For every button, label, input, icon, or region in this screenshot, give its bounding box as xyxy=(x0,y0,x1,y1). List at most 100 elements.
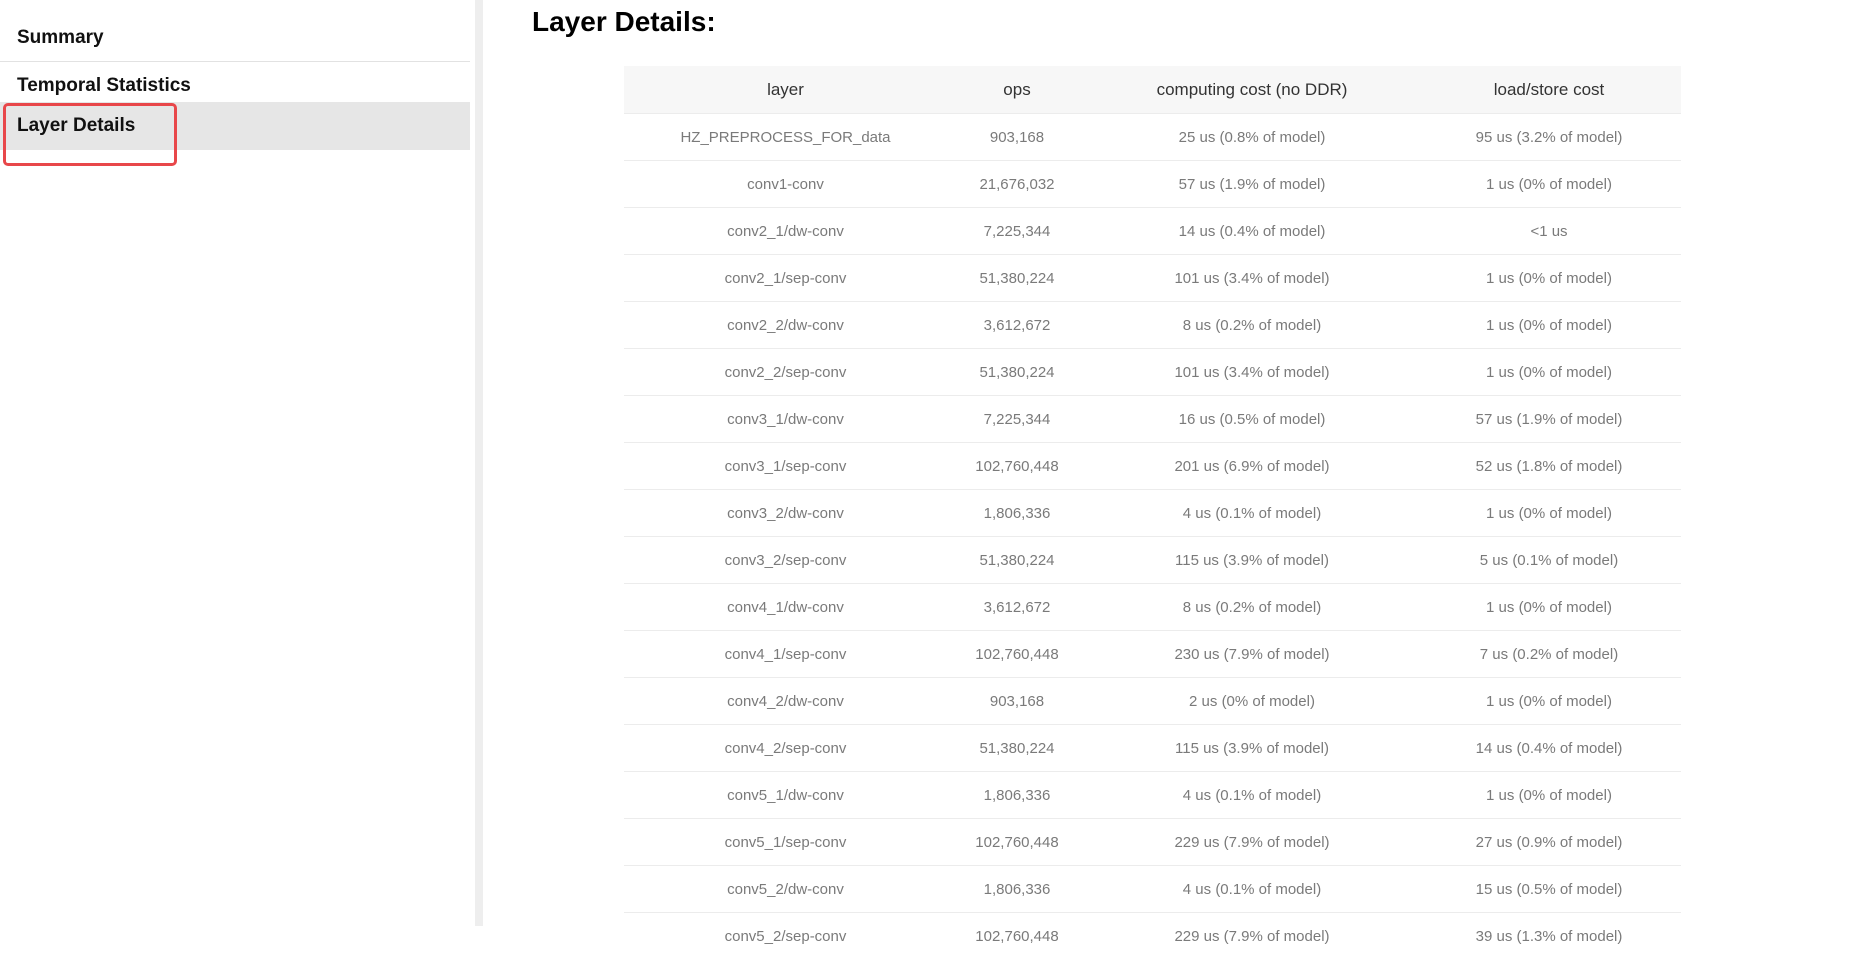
cell-computing-cost: 229 us (7.9% of model) xyxy=(1087,913,1417,959)
cell-computing-cost: 101 us (3.4% of model) xyxy=(1087,255,1417,302)
cell-load-store-cost: 39 us (1.3% of model) xyxy=(1417,913,1681,959)
cell-layer: conv5_2/dw-conv xyxy=(624,866,947,913)
cell-computing-cost: 4 us (0.1% of model) xyxy=(1087,490,1417,537)
sidebar-item-summary[interactable]: Summary xyxy=(0,14,470,62)
layer-details-table: layer ops computing cost (no DDR) load/s… xyxy=(624,66,1681,959)
cell-layer: conv4_1/sep-conv xyxy=(624,631,947,678)
table-row: conv2_1/sep-conv51,380,224101 us (3.4% o… xyxy=(624,255,1681,302)
cell-computing-cost: 16 us (0.5% of model) xyxy=(1087,396,1417,443)
cell-layer: conv2_1/sep-conv xyxy=(624,255,947,302)
cell-ops: 51,380,224 xyxy=(947,255,1087,302)
cell-computing-cost: 2 us (0% of model) xyxy=(1087,678,1417,725)
cell-load-store-cost: 1 us (0% of model) xyxy=(1417,490,1681,537)
cell-ops: 7,225,344 xyxy=(947,208,1087,255)
table-row: conv3_1/dw-conv7,225,34416 us (0.5% of m… xyxy=(624,396,1681,443)
table-row: conv3_2/dw-conv1,806,3364 us (0.1% of mo… xyxy=(624,490,1681,537)
cell-ops: 3,612,672 xyxy=(947,302,1087,349)
cell-ops: 51,380,224 xyxy=(947,725,1087,772)
cell-load-store-cost: 27 us (0.9% of model) xyxy=(1417,819,1681,866)
cell-layer: conv4_2/sep-conv xyxy=(624,725,947,772)
cell-layer: conv2_1/dw-conv xyxy=(624,208,947,255)
cell-computing-cost: 57 us (1.9% of model) xyxy=(1087,161,1417,208)
cell-ops: 7,225,344 xyxy=(947,396,1087,443)
table-row: conv4_1/sep-conv102,760,448230 us (7.9% … xyxy=(624,631,1681,678)
column-header-load-store-cost: load/store cost xyxy=(1417,66,1681,114)
cell-layer: conv5_2/sep-conv xyxy=(624,913,947,959)
cell-layer: conv3_2/sep-conv xyxy=(624,537,947,584)
cell-load-store-cost: 5 us (0.1% of model) xyxy=(1417,537,1681,584)
table-row: HZ_PREPROCESS_FOR_data903,16825 us (0.8%… xyxy=(624,114,1681,161)
table-row: conv4_1/dw-conv3,612,6728 us (0.2% of mo… xyxy=(624,584,1681,631)
cell-load-store-cost: 1 us (0% of model) xyxy=(1417,161,1681,208)
table-row: conv1-conv21,676,03257 us (1.9% of model… xyxy=(624,161,1681,208)
cell-computing-cost: 4 us (0.1% of model) xyxy=(1087,866,1417,913)
cell-layer: conv2_2/sep-conv xyxy=(624,349,947,396)
cell-computing-cost: 115 us (3.9% of model) xyxy=(1087,537,1417,584)
cell-ops: 3,612,672 xyxy=(947,584,1087,631)
table-row: conv5_1/sep-conv102,760,448229 us (7.9% … xyxy=(624,819,1681,866)
table-row: conv5_2/dw-conv1,806,3364 us (0.1% of mo… xyxy=(624,866,1681,913)
cell-ops: 102,760,448 xyxy=(947,913,1087,959)
cell-ops: 102,760,448 xyxy=(947,631,1087,678)
table-row: conv4_2/sep-conv51,380,224115 us (3.9% o… xyxy=(624,725,1681,772)
cell-load-store-cost: 1 us (0% of model) xyxy=(1417,678,1681,725)
cell-layer: conv4_2/dw-conv xyxy=(624,678,947,725)
table-row: conv2_2/dw-conv3,612,6728 us (0.2% of mo… xyxy=(624,302,1681,349)
cell-computing-cost: 14 us (0.4% of model) xyxy=(1087,208,1417,255)
cell-load-store-cost: 1 us (0% of model) xyxy=(1417,255,1681,302)
column-header-ops: ops xyxy=(947,66,1087,114)
cell-computing-cost: 230 us (7.9% of model) xyxy=(1087,631,1417,678)
cell-layer: conv2_2/dw-conv xyxy=(624,302,947,349)
cell-computing-cost: 4 us (0.1% of model) xyxy=(1087,772,1417,819)
cell-computing-cost: 25 us (0.8% of model) xyxy=(1087,114,1417,161)
cell-computing-cost: 115 us (3.9% of model) xyxy=(1087,725,1417,772)
cell-ops: 903,168 xyxy=(947,114,1087,161)
cell-computing-cost: 201 us (6.9% of model) xyxy=(1087,443,1417,490)
table-row: conv3_1/sep-conv102,760,448201 us (6.9% … xyxy=(624,443,1681,490)
main-content: Layer Details: layer ops computing cost … xyxy=(483,0,1870,926)
page-title: Layer Details: xyxy=(532,6,716,38)
cell-ops: 102,760,448 xyxy=(947,443,1087,490)
column-header-computing-cost: computing cost (no DDR) xyxy=(1087,66,1417,114)
cell-ops: 1,806,336 xyxy=(947,490,1087,537)
cell-load-store-cost: 1 us (0% of model) xyxy=(1417,584,1681,631)
table-body: HZ_PREPROCESS_FOR_data903,16825 us (0.8%… xyxy=(624,114,1681,959)
cell-load-store-cost: 14 us (0.4% of model) xyxy=(1417,725,1681,772)
cell-ops: 51,380,224 xyxy=(947,537,1087,584)
cell-computing-cost: 8 us (0.2% of model) xyxy=(1087,302,1417,349)
cell-layer: conv3_1/dw-conv xyxy=(624,396,947,443)
cell-load-store-cost: 57 us (1.9% of model) xyxy=(1417,396,1681,443)
cell-layer: conv5_1/sep-conv xyxy=(624,819,947,866)
cell-ops: 1,806,336 xyxy=(947,772,1087,819)
cell-load-store-cost: 15 us (0.5% of model) xyxy=(1417,866,1681,913)
cell-computing-cost: 8 us (0.2% of model) xyxy=(1087,584,1417,631)
cell-load-store-cost: 7 us (0.2% of model) xyxy=(1417,631,1681,678)
cell-load-store-cost: 95 us (3.2% of model) xyxy=(1417,114,1681,161)
cell-layer: HZ_PREPROCESS_FOR_data xyxy=(624,114,947,161)
table-row: conv5_2/sep-conv102,760,448229 us (7.9% … xyxy=(624,913,1681,959)
table-row: conv5_1/dw-conv1,806,3364 us (0.1% of mo… xyxy=(624,772,1681,819)
cell-load-store-cost: 1 us (0% of model) xyxy=(1417,772,1681,819)
table-header-row: layer ops computing cost (no DDR) load/s… xyxy=(624,66,1681,114)
cell-load-store-cost: <1 us xyxy=(1417,208,1681,255)
cell-load-store-cost: 1 us (0% of model) xyxy=(1417,349,1681,396)
cell-computing-cost: 229 us (7.9% of model) xyxy=(1087,819,1417,866)
cell-ops: 903,168 xyxy=(947,678,1087,725)
table-row: conv2_2/sep-conv51,380,224101 us (3.4% o… xyxy=(624,349,1681,396)
cell-ops: 102,760,448 xyxy=(947,819,1087,866)
cell-layer: conv1-conv xyxy=(624,161,947,208)
cell-computing-cost: 101 us (3.4% of model) xyxy=(1087,349,1417,396)
cell-layer: conv3_1/sep-conv xyxy=(624,443,947,490)
sidebar-item-layer-details[interactable]: Layer Details xyxy=(0,102,470,150)
cell-ops: 1,806,336 xyxy=(947,866,1087,913)
table-row: conv3_2/sep-conv51,380,224115 us (3.9% o… xyxy=(624,537,1681,584)
cell-layer: conv5_1/dw-conv xyxy=(624,772,947,819)
cell-ops: 51,380,224 xyxy=(947,349,1087,396)
table-row: conv4_2/dw-conv903,1682 us (0% of model)… xyxy=(624,678,1681,725)
cell-ops: 21,676,032 xyxy=(947,161,1087,208)
cell-layer: conv3_2/dw-conv xyxy=(624,490,947,537)
cell-load-store-cost: 1 us (0% of model) xyxy=(1417,302,1681,349)
sidebar: Summary Temporal Statistics Layer Detail… xyxy=(0,0,483,926)
cell-layer: conv4_1/dw-conv xyxy=(624,584,947,631)
cell-load-store-cost: 52 us (1.8% of model) xyxy=(1417,443,1681,490)
